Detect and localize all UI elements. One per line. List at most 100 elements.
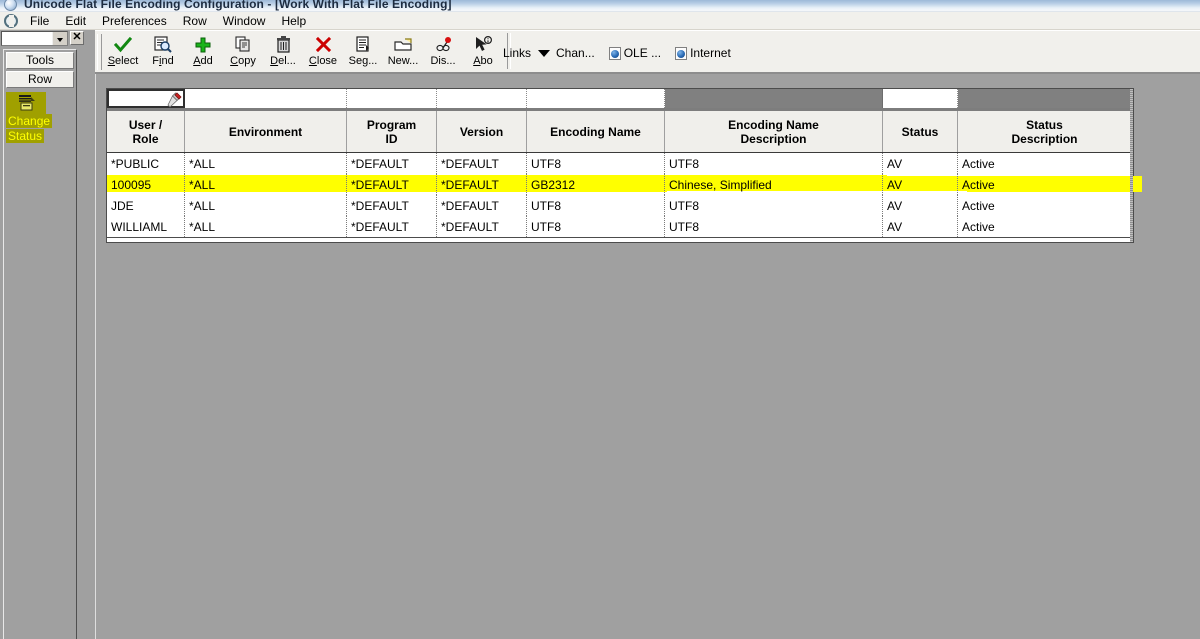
toolbar-buttons: Select Find Add Copy Del... Close Seg...…: [103, 33, 515, 71]
panel-button-row[interactable]: Row: [6, 71, 74, 88]
cell-encoding-name-description: UTF8: [665, 195, 883, 216]
panel-item-change-status[interactable]: Change Status: [4, 92, 76, 143]
left-navigation-panel: ✕ Tools Row Change Status: [0, 30, 95, 639]
cell-program-id: *DEFAULT: [347, 153, 437, 174]
link-label-channels: Chan...: [556, 46, 595, 60]
cell-status: AV: [883, 174, 958, 195]
table-row[interactable]: 100095 *ALL *DEFAULT *DEFAULT GB2312 Chi…: [107, 174, 1133, 195]
column-header-status[interactable]: Status: [883, 111, 958, 152]
toolbar-label-about: Abo: [473, 55, 493, 67]
toolbar-button-close[interactable]: Close: [303, 33, 343, 71]
cell-encoding-name: GB2312: [527, 174, 665, 195]
grid-header-row: User / Role Environment Program ID Versi…: [107, 111, 1133, 153]
query-filter-row: [107, 89, 1133, 111]
toolbar: Select Find Add Copy Del... Close Seg...…: [95, 30, 1200, 74]
panel-button-tools[interactable]: Tools: [6, 52, 74, 69]
filter-cell-version[interactable]: [437, 89, 527, 108]
cell-status-description: Active: [962, 156, 995, 171]
cell-program-id: *DEFAULT: [347, 174, 437, 195]
panel-item-label-line2: Status: [6, 129, 45, 143]
panel-combo-box[interactable]: [1, 31, 68, 46]
link-item-internet[interactable]: Internet: [675, 46, 731, 60]
menu-item-row[interactable]: Row: [175, 13, 215, 29]
cell-user-role: 100095: [107, 174, 185, 195]
table-row[interactable]: JDE *ALL *DEFAULT *DEFAULT UTF8 UTF8 AV …: [107, 195, 1133, 216]
filter-cell-status[interactable]: [883, 89, 958, 108]
table-row[interactable]: *PUBLIC *ALL *DEFAULT *DEFAULT UTF8 UTF8…: [107, 153, 1133, 174]
main-content-area: User / Role Environment Program ID Versi…: [95, 74, 1200, 639]
column-header-encoding-name-description[interactable]: Encoding Name Description: [665, 111, 883, 152]
cell-status-description: Active: [962, 198, 995, 213]
menu-item-edit[interactable]: Edit: [57, 13, 94, 29]
cell-encoding-name: UTF8: [527, 153, 665, 174]
cell-environment: *ALL: [185, 195, 347, 216]
toolbar-button-copy[interactable]: Copy: [223, 33, 263, 71]
column-header-program-id-line2: ID: [385, 131, 398, 146]
cell-status-description: Active: [962, 219, 995, 234]
title-bar: Unicode Flat File Encoding Configuration…: [0, 0, 1200, 12]
dropdown-caret-icon[interactable]: [538, 49, 551, 57]
table-row[interactable]: WILLIAML *ALL *DEFAULT *DEFAULT UTF8 UTF…: [107, 216, 1133, 237]
toolbar-label-seq: Seg...: [348, 55, 378, 67]
toolbar-button-new[interactable]: New...: [383, 33, 423, 71]
column-header-encoding-name[interactable]: Encoding Name: [527, 111, 665, 152]
filter-cell-program-id[interactable]: [347, 89, 437, 108]
column-header-status-description-line2: Description: [1011, 131, 1078, 146]
column-header-status-description-line1: Status: [1026, 117, 1063, 132]
grid-body: *PUBLIC *ALL *DEFAULT *DEFAULT UTF8 UTF8…: [107, 153, 1142, 237]
copy-pages-icon: [232, 35, 254, 54]
column-header-user-role-line2: Role: [132, 131, 159, 146]
filter-cell-encoding-name[interactable]: [527, 89, 665, 108]
menu-item-list: File Edit Preferences Row Window Help: [22, 12, 314, 30]
panel-body: Tools Row Change Status: [3, 49, 77, 639]
menu-bar: File Edit Preferences Row Window Help: [0, 12, 1200, 30]
toolbar-label-new: New...: [387, 55, 419, 67]
filter-cell-status-description: [958, 89, 1131, 108]
new-folder-icon: [392, 35, 414, 54]
column-header-version-line1: Version: [459, 124, 504, 139]
menu-item-file[interactable]: File: [22, 13, 57, 29]
column-header-program-id-line1: Program: [366, 117, 417, 132]
dropdown-caret-icon[interactable]: [52, 32, 67, 45]
panel-item-label-line1: Change: [6, 114, 53, 128]
cell-program-id: *DEFAULT: [347, 195, 437, 216]
filter-cell-user-role[interactable]: [107, 89, 185, 108]
cell-encoding-name: UTF8: [527, 216, 665, 237]
column-header-status-description[interactable]: Status Description: [958, 111, 1131, 152]
toolbar-button-delete[interactable]: Del...: [263, 33, 303, 71]
cell-encoding-name-description: UTF8: [665, 216, 883, 237]
link-label-ole: OLE ...: [623, 46, 662, 60]
menu-item-help[interactable]: Help: [273, 13, 314, 29]
toolbar-button-display[interactable]: Dis...: [423, 33, 463, 71]
toolbar-grip[interactable]: [97, 34, 102, 70]
toolbar-button-about[interactable]: Abo: [463, 33, 503, 71]
column-header-encoding-name-description-line2: Description: [740, 131, 807, 146]
panel-close-button[interactable]: ✕: [70, 31, 84, 45]
toolbar-button-select[interactable]: Select: [103, 33, 143, 71]
column-header-version[interactable]: Version: [437, 111, 527, 152]
toolbar-button-seq[interactable]: Seg...: [343, 33, 383, 71]
menu-item-preferences[interactable]: Preferences: [94, 13, 175, 29]
data-grid: User / Role Environment Program ID Versi…: [106, 88, 1142, 243]
column-header-environment[interactable]: Environment: [185, 111, 347, 152]
link-item-channels[interactable]: Chan...: [556, 46, 595, 60]
toolbar-button-add[interactable]: Add: [183, 33, 223, 71]
filter-cell-environment[interactable]: [185, 89, 347, 108]
filter-cell-encoding-name-description: [665, 89, 883, 108]
cell-version: *DEFAULT: [437, 216, 527, 237]
sequence-list-icon: [352, 35, 374, 54]
link-item-ole[interactable]: OLE ...: [608, 46, 662, 60]
toolbar-label-close: Close: [308, 55, 338, 67]
toolbar-label-delete: Del...: [270, 55, 296, 67]
cell-version: *DEFAULT: [437, 153, 527, 174]
links-label: Links: [503, 46, 532, 60]
cell-status: AV: [883, 195, 958, 216]
menu-item-window[interactable]: Window: [215, 13, 274, 29]
flashlight-torch-icon[interactable]: [166, 92, 182, 109]
panel-combo-value[interactable]: [2, 32, 52, 45]
column-header-user-role-line1: User /: [128, 117, 163, 132]
column-header-program-id[interactable]: Program ID: [347, 111, 437, 152]
column-header-user-role[interactable]: User / Role: [107, 111, 185, 152]
column-header-encoding-name-description-line1: Encoding Name: [728, 117, 819, 132]
toolbar-button-find[interactable]: Find: [143, 33, 183, 71]
